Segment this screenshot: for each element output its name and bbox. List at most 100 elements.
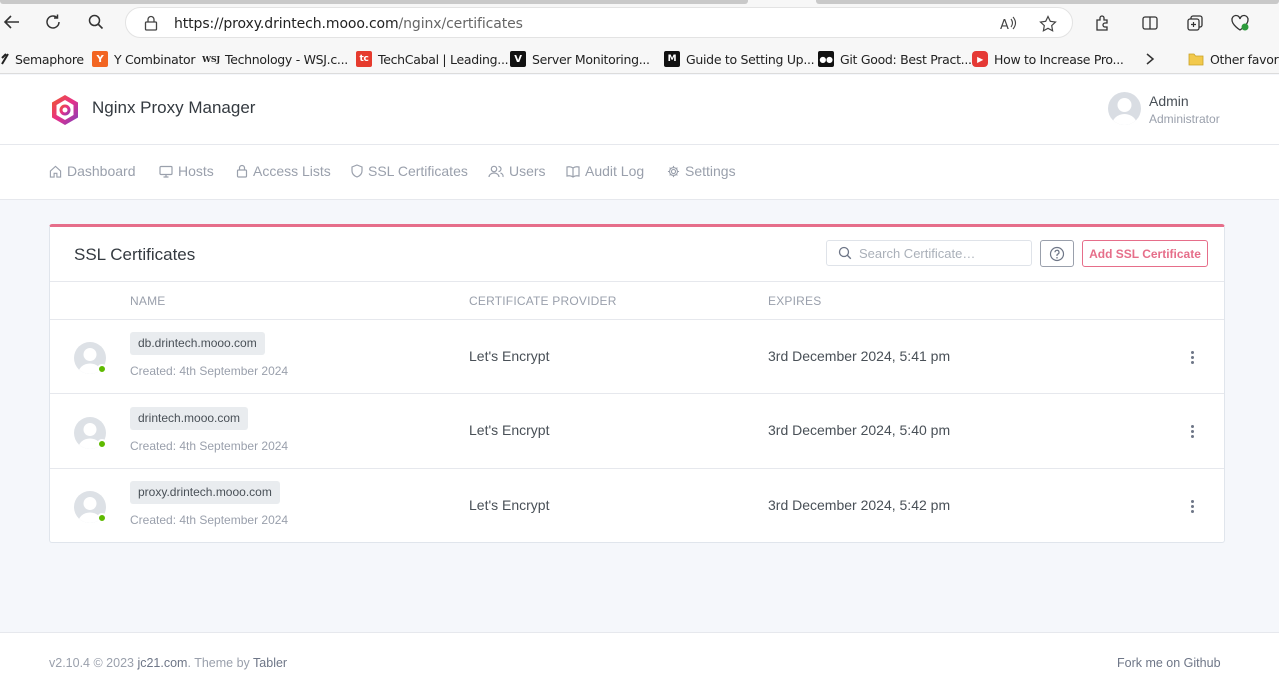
app-header: Nginx Proxy Manager Admin Administrator <box>0 75 1279 145</box>
nav-dashboard[interactable]: Dashboard <box>49 163 136 179</box>
status-online-dot <box>97 513 107 523</box>
bookmarks-overflow-button[interactable] <box>1144 50 1156 68</box>
monitor-icon <box>159 165 173 178</box>
column-header-expires: Expires <box>768 294 822 308</box>
search-web-button[interactable] <box>84 10 108 34</box>
shield-icon <box>351 164 363 178</box>
vercel-icon: V <box>510 51 526 67</box>
expires-date: 3rd December 2024, 5:42 pm <box>768 497 951 513</box>
tab-edge[interactable] <box>0 0 748 4</box>
certificate-provider: Let's Encrypt <box>469 422 550 438</box>
bookmark-ycombinator[interactable]: Y Y Combinator <box>92 50 196 68</box>
nav-users[interactable]: Users <box>488 163 546 179</box>
nav-access-lists[interactable]: Access Lists <box>236 163 331 179</box>
tab-strip <box>0 0 1279 4</box>
back-button[interactable] <box>0 10 24 34</box>
gear-icon <box>667 165 680 177</box>
ycombinator-icon: Y <box>92 51 108 67</box>
kebab-dot <box>1190 499 1194 503</box>
bookmark-techcabal[interactable]: tc TechCabal | Leading... <box>356 50 509 68</box>
lock-icon <box>236 164 248 178</box>
table-header: Name Certificate Provider Expires <box>50 281 1224 320</box>
browser-essentials-icon[interactable] <box>1229 12 1251 34</box>
tabler-link[interactable]: Tabler <box>253 656 287 670</box>
created-date: Created: 4th September 2024 <box>130 439 289 453</box>
search-box[interactable] <box>826 240 1032 266</box>
url-text[interactable]: https://proxy.drintech.mooo.com/nginx/ce… <box>174 16 523 32</box>
row-actions-menu[interactable] <box>1183 496 1201 516</box>
nav-ssl-certificates[interactable]: SSL Certificates <box>351 163 468 179</box>
magnifier-icon <box>88 14 104 30</box>
created-date: Created: 4th September 2024 <box>130 513 289 527</box>
medium-icon: ●● <box>818 51 834 67</box>
collections-icon[interactable] <box>1184 12 1206 34</box>
medium-icon: M <box>664 51 680 67</box>
ssl-certificates-card: SSL Certificates Add SSL Certificate Nam… <box>49 224 1225 543</box>
nav-label: Settings <box>685 163 736 179</box>
jc21-link[interactable]: jc21.com <box>137 656 187 670</box>
main-nav: Dashboard Hosts Access Lists SSL Certifi… <box>0 145 1279 200</box>
bookmark-label: Semaphore <box>15 51 84 67</box>
row-actions-menu[interactable] <box>1183 421 1201 441</box>
nav-label: Hosts <box>178 163 214 179</box>
fork-github-text[interactable]: Fork me on Github <box>1117 656 1221 670</box>
bookmark-semaphore[interactable]: Semaphore <box>0 50 84 68</box>
nav-label: Dashboard <box>67 163 136 179</box>
kebab-dot <box>1190 424 1194 428</box>
extensions-icon[interactable] <box>1091 12 1113 34</box>
add-ssl-certificate-button[interactable]: Add SSL Certificate <box>1082 240 1208 267</box>
kebab-dot <box>1190 360 1194 364</box>
fork-github-link[interactable]: Fork me on Github <box>1117 656 1221 670</box>
wsj-icon: WSJ <box>202 54 220 64</box>
bookmark-how-to-increase[interactable]: ▶ How to Increase Pro... <box>972 50 1124 68</box>
folder-icon <box>1188 51 1204 67</box>
column-header-name: Name <box>130 294 166 308</box>
bookmark-git-good[interactable]: ●● Git Good: Best Pract... <box>818 50 972 68</box>
footer-credits: v2.10.4 © 2023 jc21.com. Theme by Tabler <box>49 656 287 670</box>
kebab-dot <box>1190 434 1194 438</box>
other-favorites-folder[interactable]: Other favorite <box>1188 50 1279 68</box>
chevron-right-icon <box>1146 53 1155 65</box>
app-title[interactable]: Nginx Proxy Manager <box>92 98 255 118</box>
semaphore-icon <box>0 51 10 67</box>
nav-label: Access Lists <box>253 163 331 179</box>
tab-edge[interactable] <box>816 0 1279 4</box>
bookmark-server-monitoring[interactable]: V Server Monitoring... <box>510 50 650 68</box>
refresh-button[interactable] <box>41 10 65 34</box>
kebab-dot <box>1190 350 1194 354</box>
nav-settings[interactable]: Settings <box>667 163 736 179</box>
bookmark-label: Server Monitoring... <box>532 51 650 67</box>
split-screen-icon[interactable] <box>1139 12 1161 34</box>
favorite-star-icon[interactable] <box>1038 14 1058 34</box>
users-icon <box>488 165 504 177</box>
nav-hosts[interactable]: Hosts <box>159 163 214 179</box>
bookmark-label: Y Combinator <box>114 51 196 67</box>
techcabal-icon: tc <box>356 51 372 67</box>
table-row: db.drintech.mooo.com Created: 4th Septem… <box>50 320 1224 394</box>
bookmark-wsj[interactable]: WSJ Technology - WSJ.c... <box>202 50 348 68</box>
domain-tag: drintech.mooo.com <box>130 407 249 430</box>
row-actions-menu[interactable] <box>1183 347 1201 367</box>
created-date: Created: 4th September 2024 <box>130 364 289 378</box>
home-icon <box>49 165 62 178</box>
kebab-dot <box>1190 355 1194 359</box>
kebab-dot <box>1190 504 1194 508</box>
nav-audit-log[interactable]: Audit Log <box>566 163 644 179</box>
table-row: drintech.mooo.com Created: 4th September… <box>50 395 1224 469</box>
certificate-provider: Let's Encrypt <box>469 497 550 513</box>
svg-text:A: A <box>1000 18 1009 32</box>
user-avatar[interactable] <box>1108 92 1141 125</box>
domain-tag: db.drintech.mooo.com <box>130 332 265 355</box>
search-icon <box>838 246 852 260</box>
kebab-dot <box>1190 429 1194 433</box>
expires-date: 3rd December 2024, 5:40 pm <box>768 422 951 438</box>
nav-label: SSL Certificates <box>368 163 468 179</box>
address-bar[interactable]: https://proxy.drintech.mooo.com/nginx/ce… <box>125 7 1073 38</box>
read-aloud-icon[interactable]: A <box>998 14 1018 34</box>
search-certificate-input[interactable] <box>859 243 1024 263</box>
nginx-proxy-manager-logo[interactable] <box>49 94 81 126</box>
help-button[interactable] <box>1040 240 1074 267</box>
user-name[interactable]: Admin <box>1149 93 1189 109</box>
bookmark-guide-setting-up[interactable]: M Guide to Setting Up... <box>664 50 815 68</box>
certificate-provider: Let's Encrypt <box>469 348 550 364</box>
